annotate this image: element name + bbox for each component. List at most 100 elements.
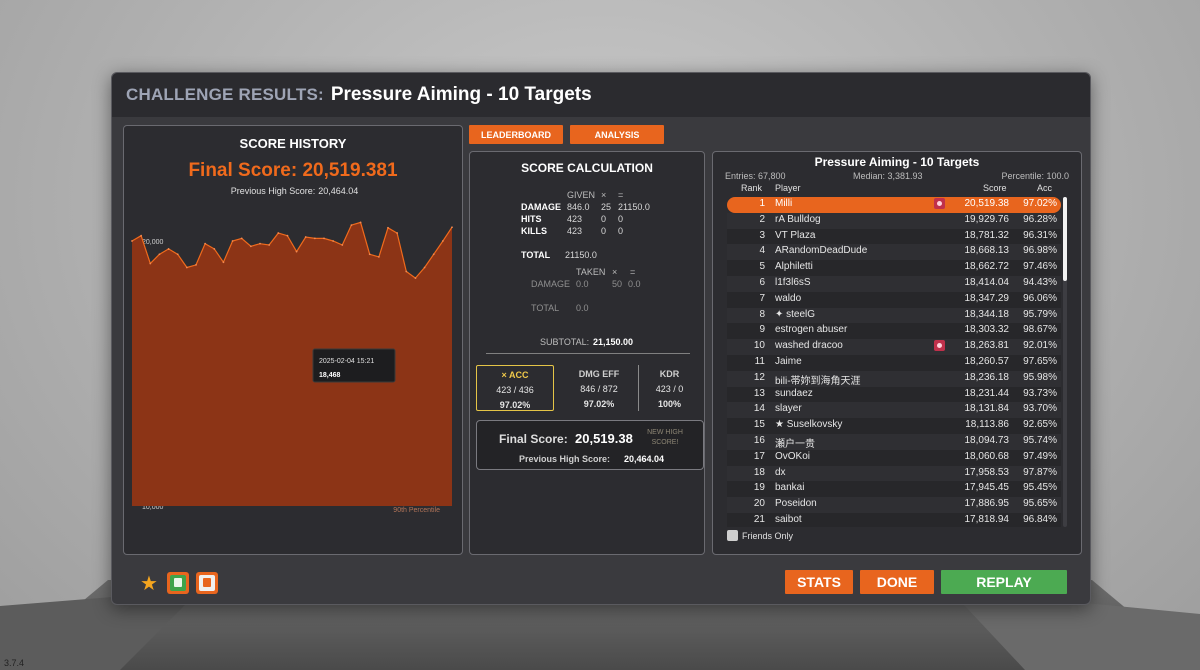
leaderboard-row[interactable]: 2 rA Bulldog 19,929.76 96.28% bbox=[727, 212, 1061, 229]
friends-only-checkbox[interactable] bbox=[727, 530, 738, 541]
leaderboard-row[interactable]: 6 l1f3l6sS 18,414.04 94.43% bbox=[727, 275, 1061, 292]
leaderboard-row[interactable]: 20 Poseidon 17,886.95 95.65% bbox=[727, 497, 1061, 513]
data-point[interactable] bbox=[231, 240, 234, 242]
row-acc: 97.87% bbox=[1023, 466, 1057, 478]
star-icon[interactable]: ★ bbox=[138, 572, 160, 595]
leaderboard-scroll-thumb[interactable] bbox=[1063, 197, 1067, 281]
calc-hits-mult: 0 bbox=[601, 214, 607, 224]
data-point[interactable] bbox=[140, 234, 143, 237]
row-score: 18,347.29 bbox=[964, 292, 1010, 304]
data-point[interactable] bbox=[185, 266, 188, 269]
leaderboard-entries: Entries: 67,800 bbox=[725, 171, 786, 181]
damage-efficiency-label: DMG EFF bbox=[578, 369, 620, 379]
data-point[interactable] bbox=[414, 277, 417, 279]
given-equals: = bbox=[618, 190, 624, 200]
done-button[interactable]: DONE bbox=[860, 570, 934, 594]
final-score-label: Final Score: bbox=[499, 432, 568, 446]
data-point[interactable] bbox=[195, 263, 197, 266]
leaderboard-row[interactable]: 18 dx 17,958.53 97.87% bbox=[727, 465, 1061, 482]
leaderboard-row[interactable]: 7 waldo 18,347.29 96.06% bbox=[727, 291, 1061, 308]
data-point[interactable] bbox=[249, 245, 252, 248]
leaderboard-row[interactable]: 8 ✦ steelG 18,344.18 95.79% bbox=[727, 307, 1061, 324]
data-point[interactable] bbox=[304, 236, 307, 238]
leaderboard-panel: Pressure Aiming - 10 Targets Entries: 67… bbox=[712, 151, 1082, 555]
data-point[interactable] bbox=[396, 232, 399, 234]
row-rank: 14 bbox=[753, 403, 765, 415]
data-point[interactable] bbox=[268, 244, 271, 246]
data-point[interactable] bbox=[451, 226, 453, 229]
replay-button[interactable]: REPLAY bbox=[941, 570, 1067, 594]
leaderboard-row[interactable]: 3 VT Plaza 18,781.32 96.31% bbox=[727, 228, 1061, 245]
calc-hits-result: 0 bbox=[618, 214, 624, 224]
row-player: bili-帯妳到海角天涯 bbox=[775, 375, 861, 387]
data-point[interactable] bbox=[359, 221, 362, 224]
leaderboard-row[interactable]: 19 bankai 17,945.45 95.45% bbox=[727, 481, 1061, 498]
data-point[interactable] bbox=[222, 261, 225, 264]
leaderboard-row[interactable]: 17 OvOKoi 18,060.68 97.49% bbox=[727, 449, 1061, 466]
leaderboard-scrollbar[interactable] bbox=[1063, 197, 1067, 527]
data-point[interactable] bbox=[387, 226, 389, 229]
data-point[interactable] bbox=[341, 244, 344, 246]
data-point[interactable] bbox=[286, 234, 289, 237]
leaderboard-row[interactable]: 13 sundaez 18,231.44 93.73% bbox=[727, 386, 1061, 403]
leaderboard-row[interactable]: 5 Alphiletti 18,662.72 97.46% bbox=[727, 260, 1061, 276]
data-point[interactable] bbox=[213, 248, 216, 250]
final-previous-value: 20,464.04 bbox=[624, 454, 665, 464]
leaderboard-row[interactable]: 10 washed dracoo 18,263.81 92.01% bbox=[727, 339, 1061, 355]
data-point[interactable] bbox=[441, 240, 444, 242]
data-point[interactable] bbox=[131, 240, 133, 242]
leaderboard-row[interactable]: 14 slayer 18,131.84 93.70% bbox=[727, 402, 1061, 419]
data-point[interactable] bbox=[149, 262, 152, 265]
leaderboard-row[interactable]: 11 Jaime 18,260.57 97.65% bbox=[727, 354, 1061, 371]
thumbs-down-icon[interactable] bbox=[196, 572, 218, 594]
data-point[interactable] bbox=[295, 250, 298, 253]
col-rank[interactable]: Rank bbox=[741, 183, 762, 193]
data-point[interactable] bbox=[323, 237, 325, 240]
score-history-chart[interactable]: 22,00020,00018,00016,00014,00012,00010,0… bbox=[124, 206, 462, 554]
friends-only-toggle[interactable]: Friends Only bbox=[727, 530, 793, 541]
tab-analysis[interactable]: ANALYSIS bbox=[570, 125, 664, 144]
row-score: 18,231.44 bbox=[964, 387, 1010, 399]
data-point[interactable] bbox=[313, 237, 316, 240]
col-player[interactable]: Player bbox=[775, 183, 801, 193]
data-point[interactable] bbox=[259, 242, 261, 245]
data-point[interactable] bbox=[350, 224, 353, 226]
leaderboard-row[interactable]: 9 estrogen abuser 18,303.32 98.67% bbox=[727, 323, 1061, 340]
row-acc: 95.79% bbox=[1023, 308, 1057, 320]
data-point[interactable] bbox=[423, 266, 426, 269]
row-player: Poseidon bbox=[775, 498, 817, 510]
data-point[interactable] bbox=[158, 253, 161, 256]
data-point[interactable] bbox=[377, 256, 380, 258]
row-score: 17,818.94 bbox=[964, 513, 1010, 525]
previous-high-value: 20,464.04 bbox=[318, 186, 359, 196]
data-point[interactable] bbox=[332, 240, 335, 242]
leaderboard-row[interactable]: 12 bili-帯妳到海角天涯 18,236.18 95.98% bbox=[727, 370, 1061, 387]
data-point[interactable] bbox=[432, 253, 435, 256]
leaderboard-row[interactable]: 15 ★ Suselkovsky 18,113.86 92.65% bbox=[727, 418, 1061, 434]
accuracy-label: × ACC bbox=[501, 370, 529, 380]
leaderboard-row[interactable]: 4 ARandomDeadDude 18,668.13 96.98% bbox=[727, 244, 1061, 261]
thumbs-up-icon[interactable] bbox=[167, 572, 189, 594]
stats-button[interactable]: STATS bbox=[785, 570, 853, 594]
row-rank: 16 bbox=[753, 434, 765, 446]
col-score[interactable]: Score bbox=[983, 183, 1007, 193]
row-rank: 18 bbox=[753, 466, 765, 478]
data-point[interactable] bbox=[277, 232, 280, 234]
data-point[interactable] bbox=[167, 248, 170, 250]
data-point[interactable] bbox=[204, 242, 207, 245]
col-acc[interactable]: Acc bbox=[1037, 183, 1052, 193]
row-acc: 92.65% bbox=[1023, 419, 1057, 431]
data-point[interactable] bbox=[405, 270, 408, 273]
tab-leaderboard[interactable]: LEADERBOARD bbox=[469, 125, 563, 144]
data-point[interactable] bbox=[240, 237, 243, 240]
row-rank: 10 bbox=[753, 340, 765, 352]
leaderboard-row[interactable]: 21 saibot 17,818.94 96.84% bbox=[727, 512, 1061, 527]
data-point[interactable] bbox=[176, 253, 179, 256]
row-score: 18,113.86 bbox=[965, 419, 1009, 431]
leaderboard-list[interactable]: 1 Milli 20,519.38 97.02% 2 rA Bulldog 19,929.7… bbox=[727, 197, 1061, 527]
data-point[interactable] bbox=[368, 253, 371, 256]
taken-header: TAKEN bbox=[576, 267, 606, 277]
leaderboard-row[interactable]: 16 瀬户一贵 18,094.73 95.74% bbox=[727, 433, 1061, 450]
row-acc: 95.45% bbox=[1023, 482, 1057, 494]
leaderboard-row[interactable]: 1 Milli 20,519.38 97.02% bbox=[727, 197, 1061, 213]
